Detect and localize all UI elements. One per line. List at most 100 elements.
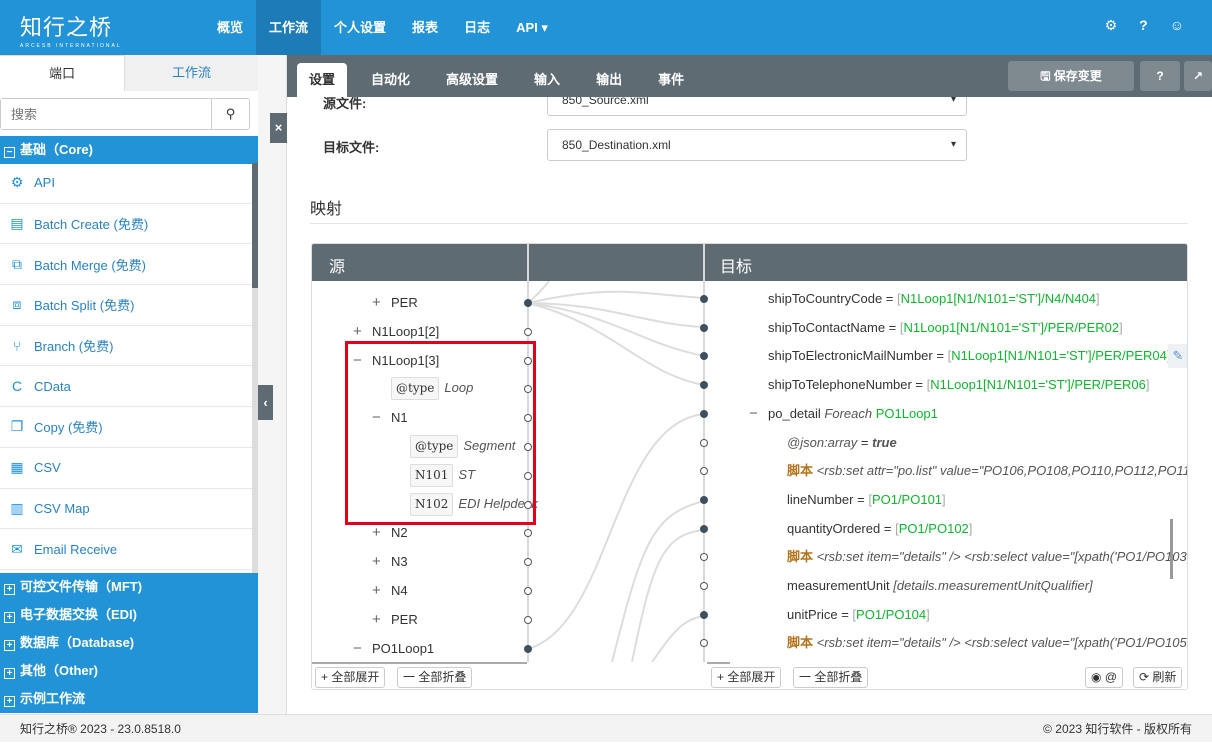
sidebar-item[interactable]: ❐ Copy (免费)	[0, 407, 252, 448]
tab[interactable]: 事件	[646, 63, 696, 97]
refresh-button[interactable]: ⟳ 刷新	[1133, 667, 1183, 688]
source-row[interactable]: + N2	[372, 523, 408, 543]
nav-item[interactable]: 报表	[399, 0, 451, 55]
save-button[interactable]: 🖫 保存变更	[1008, 61, 1134, 91]
expand-icon[interactable]: +	[372, 293, 386, 313]
target-connector[interactable]	[700, 495, 708, 504]
expand-icon[interactable]: +	[353, 322, 367, 342]
target-connector[interactable]	[700, 438, 708, 447]
expand-icon[interactable]: +	[372, 523, 386, 543]
source-expand-all-button[interactable]: + 全部展开	[315, 667, 386, 688]
help-icon[interactable]: ?	[1139, 17, 1148, 34]
target-connector[interactable]	[700, 610, 708, 619]
target-row[interactable]: measurementUnit [details.measurementUnit…	[787, 576, 1093, 596]
close-panel-button[interactable]: ×	[270, 113, 287, 143]
target-row[interactable]: lineNumber = [PO1/PO101]	[787, 490, 946, 510]
target-connector[interactable]	[700, 409, 708, 418]
source-connector[interactable]	[524, 644, 532, 653]
collapse-icon[interactable]: −	[749, 404, 763, 424]
source-row[interactable]: + N1Loop1[2]	[353, 322, 439, 342]
sidebar-category[interactable]: + 数据库（Database)	[0, 629, 258, 657]
target-collapse-all-button[interactable]: 一 全部折叠	[793, 667, 869, 688]
target-connector[interactable]	[700, 323, 708, 332]
target-row[interactable]: 脚本 <rsb:set item="details" /> <rsb:selec…	[787, 547, 1187, 567]
tab[interactable]: 输入	[522, 63, 572, 97]
gear-icon[interactable]: ⚙	[1105, 17, 1118, 34]
tab[interactable]: 自动化	[359, 63, 422, 97]
target-connector[interactable]	[700, 582, 708, 590]
sidebar-item[interactable]: ⧉ Batch Merge (免费)	[0, 244, 252, 286]
source-connector[interactable]	[524, 299, 532, 307]
target-row[interactable]: shipToElectronicMailNumber = [N1Loop1[N1…	[768, 346, 1170, 366]
target-hscrollbar[interactable]	[707, 662, 730, 664]
attribute-toggle[interactable]: ◉ @	[1085, 667, 1124, 688]
search-icon[interactable]: ⚲	[211, 99, 249, 129]
nav-item[interactable]: API ▾	[503, 0, 561, 55]
target-scrollbar[interactable]	[1170, 519, 1173, 579]
expand-icon[interactable]: +	[372, 610, 386, 630]
batch-split-icon: ⧈	[12, 296, 22, 313]
target-row[interactable]: shipToCountryCode = [N1Loop1[N1/N101='ST…	[768, 289, 1100, 309]
sidebar-tab-workflow[interactable]: 工作流	[125, 55, 258, 91]
category-core[interactable]: − 基础（Core)	[0, 136, 258, 164]
user-icon[interactable]: ☺	[1170, 17, 1184, 34]
source-row[interactable]: + PER	[372, 293, 418, 313]
nav-item[interactable]: 概览	[204, 0, 256, 55]
logo[interactable]: 知行之桥 ARCESB INTERNATIONAL	[20, 10, 122, 49]
footer: 知行之桥® 2023 - 23.0.8518.0 © 2023 知行软件 - 版…	[0, 714, 1212, 742]
tab[interactable]: 高级设置	[434, 63, 510, 97]
source-collapse-all-button[interactable]: 一 全部折叠	[397, 667, 473, 688]
expand-icon[interactable]: +	[372, 552, 386, 572]
sidebar-category[interactable]: + 其他（Other)	[0, 657, 258, 685]
sidebar-category[interactable]: + 可控文件传输（MFT)	[0, 573, 258, 601]
target-row[interactable]: quantityOrdered = [PO1/PO102]	[787, 519, 972, 539]
sidebar-item-label: Branch (免费)	[34, 339, 114, 355]
tab[interactable]: 输出	[584, 63, 634, 97]
search-input[interactable]	[1, 99, 211, 129]
target-expand-all-button[interactable]: + 全部展开	[711, 667, 782, 688]
collapse-icon[interactable]: −	[353, 639, 367, 659]
highlight-box	[345, 341, 536, 525]
target-row[interactable]: shipToTelephoneNumber = [N1Loop1[N1/N101…	[768, 375, 1150, 395]
target-file-select[interactable]: 850_Destination.xml	[547, 129, 967, 161]
target-row[interactable]: 脚本 <rsb:set item="details" /> <rsb:selec…	[787, 633, 1187, 653]
expand-icon[interactable]: +	[372, 581, 386, 601]
sidebar-item[interactable]: ▥ CSV Map	[0, 489, 252, 530]
nav-item[interactable]: 个人设置	[321, 0, 399, 55]
collapse-sidebar-button[interactable]: ‹	[258, 385, 273, 420]
sidebar-item[interactable]: ⧈ Batch Split (免费)	[0, 285, 252, 326]
source-row[interactable]: + PER	[372, 610, 418, 630]
source-row[interactable]: + N3	[372, 552, 408, 572]
sidebar-item[interactable]: C CData	[0, 366, 252, 408]
tab[interactable]: 设置	[297, 63, 348, 97]
external-link-button[interactable]: ↗	[1184, 61, 1212, 91]
sidebar-item[interactable]: ▤ Batch Create (免费)	[0, 204, 252, 245]
nav-item[interactable]: 工作流	[256, 0, 322, 55]
nav-item[interactable]: 日志	[451, 0, 503, 55]
target-connector[interactable]	[700, 524, 708, 533]
: ]	[968, 520, 973, 536]
sidebar-item[interactable]: ▦ CSV	[0, 448, 252, 489]
help-button[interactable]: ?	[1140, 61, 1180, 91]
target-connector[interactable]	[700, 295, 708, 303]
source-connector[interactable]	[524, 327, 532, 336]
source-connector[interactable]	[524, 587, 532, 595]
target-row[interactable]: shipToContactName = [N1Loop1[N1/N101='ST…	[768, 318, 1123, 338]
sidebar-item[interactable]: ✉ Email Receive	[0, 529, 252, 570]
target-row[interactable]: unitPrice = [PO1/PO104]	[787, 605, 930, 625]
target-row[interactable]: 脚本 <rsb:set attr="po.list" value="PO106,…	[787, 461, 1187, 481]
edit-icon[interactable]: ✎	[1168, 344, 1187, 369]
sidebar-category[interactable]: + 电子数据交换（EDI)	[0, 601, 258, 629]
target-row[interactable]: @json:array = true	[787, 433, 897, 453]
source-connector[interactable]	[524, 615, 532, 624]
source-row[interactable]: − PO1Loop1	[353, 639, 434, 659]
script-label: 脚本	[787, 463, 814, 479]
source-file-select[interactable]: 850_Source.xml	[547, 97, 967, 116]
target-row[interactable]: − po_detail Foreach PO1Loop1	[749, 404, 938, 424]
sidebar-tab-ports[interactable]: 端口	[0, 55, 125, 91]
source-hscrollbar[interactable]	[312, 662, 527, 664]
sidebar-item[interactable]: ⚙ API	[0, 163, 252, 204]
sidebar-item[interactable]: ⑂ Branch (免费)	[0, 326, 252, 367]
sidebar-category[interactable]: + 示例工作流	[0, 685, 258, 713]
source-row[interactable]: + N4	[372, 581, 408, 601]
